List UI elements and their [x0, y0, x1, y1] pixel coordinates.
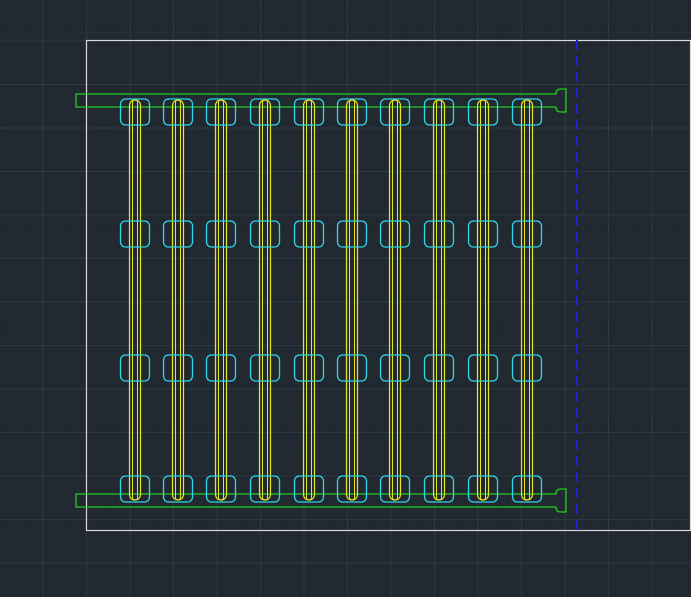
support-pad-r3-c7[interactable]	[379, 354, 411, 382]
support-pad-r3-c3[interactable]	[205, 354, 237, 382]
support-pad-r4-c7[interactable]	[379, 475, 411, 503]
support-pad-r1-c4[interactable]	[249, 98, 281, 126]
hairpin-tube-inner-1	[132, 99, 138, 501]
hairpin-tube-inner-10	[524, 99, 530, 501]
support-pad-r3-c8[interactable]	[423, 354, 455, 382]
support-pad-r4-c8[interactable]	[423, 475, 455, 503]
hairpin-tube-inner-2	[175, 99, 181, 501]
hairpin-tube-outer-8[interactable]	[432, 99, 446, 501]
support-pad-r3-c6[interactable]	[336, 354, 368, 382]
hairpin-tube-outer-4[interactable]	[258, 99, 272, 501]
support-pad-r1-c3[interactable]	[205, 98, 237, 126]
support-pad-r2-c10[interactable]	[511, 220, 543, 248]
support-pad-r4-c3[interactable]	[205, 475, 237, 503]
support-pad-r1-c9[interactable]	[467, 98, 499, 126]
support-pad-r3-c9[interactable]	[467, 354, 499, 382]
hairpin-tube-inner-7	[392, 99, 398, 501]
hairpin-tube-inner-3	[218, 99, 224, 501]
hairpin-tube-inner-9	[480, 99, 486, 501]
hairpin-tube-inner-5	[306, 99, 312, 501]
support-pad-r3-c1[interactable]	[119, 354, 151, 382]
support-pad-r4-c10[interactable]	[511, 475, 543, 503]
support-pad-r2-c6[interactable]	[336, 220, 368, 248]
hairpin-tube-inner-8	[436, 99, 442, 501]
support-pad-r1-c10[interactable]	[511, 98, 543, 126]
manifold-pipes-layer	[75, 88, 567, 513]
support-pad-r2-c2[interactable]	[162, 220, 194, 248]
support-pad-r2-c9[interactable]	[467, 220, 499, 248]
support-pad-r2-c4[interactable]	[249, 220, 281, 248]
hairpin-tubes-layer	[128, 99, 534, 501]
hairpin-tube-outer-2[interactable]	[171, 99, 185, 501]
hairpin-tube-inner-6	[349, 99, 355, 501]
support-pad-r3-c2[interactable]	[162, 354, 194, 382]
drawing-canvas[interactable]	[0, 0, 691, 597]
support-pad-r4-c1[interactable]	[119, 475, 151, 503]
hairpin-tube-inner-4	[262, 99, 268, 501]
support-pad-r3-c5[interactable]	[293, 354, 325, 382]
support-pad-r1-c8[interactable]	[423, 98, 455, 126]
support-pad-r1-c2[interactable]	[162, 98, 194, 126]
hairpin-tube-outer-10[interactable]	[520, 99, 534, 501]
support-pad-r4-c9[interactable]	[467, 475, 499, 503]
cad-model-space[interactable]	[0, 0, 691, 597]
support-pad-r1-c5[interactable]	[293, 98, 325, 126]
support-pad-r4-c6[interactable]	[336, 475, 368, 503]
support-pad-r4-c5[interactable]	[293, 475, 325, 503]
support-pad-r2-c5[interactable]	[293, 220, 325, 248]
support-pad-r1-c7[interactable]	[379, 98, 411, 126]
support-pad-r4-c2[interactable]	[162, 475, 194, 503]
support-pad-r3-c4[interactable]	[249, 354, 281, 382]
hairpin-tube-outer-6[interactable]	[345, 99, 359, 501]
support-pad-r1-c6[interactable]	[336, 98, 368, 126]
support-pad-r3-c10[interactable]	[511, 354, 543, 382]
support-pad-r4-c4[interactable]	[249, 475, 281, 503]
support-pad-r2-c3[interactable]	[205, 220, 237, 248]
support-pad-r1-c1[interactable]	[119, 98, 151, 126]
support-pad-r2-c8[interactable]	[423, 220, 455, 248]
support-pad-r2-c1[interactable]	[119, 220, 151, 248]
support-pad-r2-c7[interactable]	[379, 220, 411, 248]
